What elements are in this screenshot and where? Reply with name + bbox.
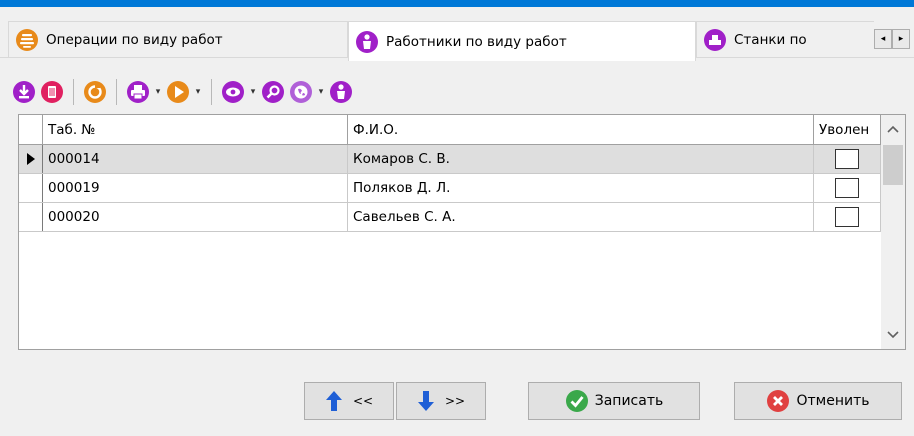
view-button[interactable] [219, 78, 247, 106]
search-icon [262, 81, 284, 103]
play-button[interactable] [164, 78, 192, 106]
globe-button[interactable] [287, 78, 315, 106]
dismissed-checkbox[interactable] [835, 207, 859, 227]
tab-machines[interactable]: Станки по [696, 21, 874, 57]
save-button-label: Записать [594, 393, 664, 409]
tab-strip: Операции по виду работ Работники по виду… [0, 7, 914, 65]
workers-grid: Таб. № Ф.И.О. Уволен 000014 Комаров С. В… [18, 114, 906, 350]
play-dropdown-arrow[interactable]: ▾ [192, 78, 204, 106]
tab-scroll-right-button[interactable]: ▸ [892, 29, 910, 49]
row-indicator [19, 145, 43, 173]
cell-tab-no[interactable]: 000019 [43, 174, 348, 202]
worker-button[interactable] [327, 78, 355, 106]
print-button[interactable] [124, 78, 152, 106]
previous-button-label: << [352, 394, 374, 408]
tab-workers[interactable]: Работники по виду работ [348, 21, 696, 61]
chevron-down-icon [887, 331, 899, 339]
arrow-up-icon [325, 390, 343, 412]
toolbar: ▾ ▾ ▾ ▾ [10, 75, 355, 109]
tab-machines-label: Станки по [734, 31, 807, 48]
cell-name[interactable]: Савельев С. А. [348, 203, 814, 231]
print-icon [127, 81, 149, 103]
tab-scroll-buttons: ◂ ▸ [874, 29, 910, 49]
table-row[interactable]: 000019 Поляков Д. Л. [19, 174, 881, 203]
search-button[interactable] [259, 78, 287, 106]
column-header-tab-no[interactable]: Таб. № [43, 115, 348, 145]
save-button[interactable]: Записать [528, 382, 700, 420]
tab-scroll-left-button[interactable]: ◂ [874, 29, 892, 49]
cell-name[interactable]: Комаров С. В. [348, 145, 814, 173]
play-icon [167, 81, 189, 103]
print-dropdown-arrow[interactable]: ▾ [152, 78, 164, 106]
cancel-button-label: Отменить [796, 393, 870, 409]
delete-icon [41, 81, 63, 103]
grid-header: Таб. № Ф.И.О. Уволен [19, 115, 881, 145]
scroll-down-button[interactable] [881, 323, 905, 347]
view-icon [222, 81, 244, 103]
worktype-window: Операции по виду работ Работники по виду… [0, 0, 914, 436]
chevron-up-icon [887, 125, 899, 133]
machine-icon [704, 28, 726, 51]
globe-dropdown-arrow[interactable]: ▾ [315, 78, 327, 106]
download-button[interactable] [10, 78, 38, 106]
cancel-button[interactable]: Отменить [734, 382, 902, 420]
close-icon [766, 389, 790, 413]
current-row-pointer-icon [26, 153, 35, 165]
worker-icon [356, 30, 378, 53]
tab-workers-label: Работники по виду работ [386, 33, 567, 50]
refresh-icon [84, 81, 106, 103]
tab-operations[interactable]: Операции по виду работ [8, 21, 348, 57]
row-indicator-header [19, 115, 43, 145]
globe-icon [290, 81, 312, 103]
window-accent-bar [0, 0, 914, 7]
cell-dismissed[interactable] [814, 145, 881, 173]
dismissed-checkbox[interactable] [835, 149, 859, 169]
next-button[interactable]: >> [396, 382, 486, 420]
toolbar-separator [116, 79, 117, 105]
table-row[interactable]: 000020 Савельев С. А. [19, 203, 881, 232]
column-header-name[interactable]: Ф.И.О. [348, 115, 814, 145]
toolbar-separator [73, 79, 74, 105]
row-indicator [19, 203, 43, 231]
arrow-down-icon [417, 390, 435, 412]
delete-button[interactable] [38, 78, 66, 106]
tab-operations-label: Операции по виду работ [46, 31, 223, 48]
cell-tab-no[interactable]: 000014 [43, 145, 348, 173]
cell-dismissed[interactable] [814, 174, 881, 202]
dismissed-checkbox[interactable] [835, 178, 859, 198]
scroll-up-button[interactable] [881, 117, 905, 141]
grid-vertical-scrollbar[interactable] [881, 115, 905, 349]
view-dropdown-arrow[interactable]: ▾ [247, 78, 259, 106]
cell-tab-no[interactable]: 000020 [43, 203, 348, 231]
operations-icon [16, 28, 38, 51]
table-row[interactable]: 000014 Комаров С. В. [19, 145, 881, 174]
download-icon [13, 81, 35, 103]
scrollbar-thumb[interactable] [883, 145, 903, 185]
column-header-dismissed[interactable]: Уволен [814, 115, 881, 145]
cell-name[interactable]: Поляков Д. Л. [348, 174, 814, 202]
previous-button[interactable]: << [304, 382, 394, 420]
row-indicator [19, 174, 43, 202]
refresh-button[interactable] [81, 78, 109, 106]
check-icon [565, 389, 589, 413]
cell-dismissed[interactable] [814, 203, 881, 231]
next-button-label: >> [444, 394, 466, 408]
toolbar-separator [211, 79, 212, 105]
worker-icon [330, 81, 352, 103]
